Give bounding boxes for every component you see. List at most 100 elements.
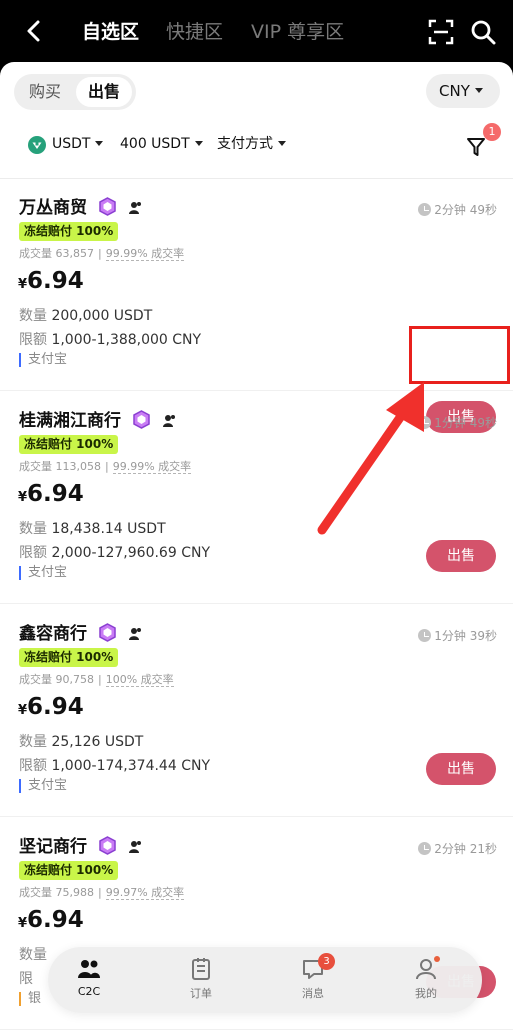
caret-down-icon xyxy=(474,88,483,93)
payment-timer: 2分钟 21秒 xyxy=(418,840,497,857)
limit-row: 限 xyxy=(19,968,33,988)
merchant-stats: 成交量 113,058 | 99.99% 成交率 xyxy=(19,458,192,474)
currency-symbol: ¥ xyxy=(18,490,28,505)
timer-label: 2分钟 21秒 xyxy=(434,842,497,856)
completion-rate: 99.99% 成交率 xyxy=(112,460,192,474)
limit-row: 限额 2,000-127,960.69 CNY xyxy=(19,542,210,562)
buy-sell-toggle: 购买 出售 xyxy=(14,74,136,110)
quantity-row: 数量 18,438.14 USDT xyxy=(19,518,166,538)
scan-icon[interactable] xyxy=(428,19,454,45)
stats-separator: | xyxy=(98,673,102,686)
limit-value: 1,000-1,388,000 CNY xyxy=(51,332,202,348)
merchant-name[interactable]: 万丛商贸 xyxy=(19,198,87,218)
completion-rate: 99.99% 成交率 xyxy=(105,247,185,261)
coin-filter-label: USDT xyxy=(52,136,91,152)
limit-label: 限额 xyxy=(19,332,47,348)
buy-toggle-button[interactable]: 购买 xyxy=(18,77,72,107)
quantity-label: 数量 xyxy=(19,521,47,537)
annotation-arrow-icon xyxy=(317,382,424,535)
payment-timer: 2分钟 49秒 xyxy=(418,201,497,218)
currency-symbol: ¥ xyxy=(18,703,28,718)
clipboard-icon xyxy=(192,958,210,980)
nav-item-c2c[interactable]: C2C xyxy=(59,957,119,998)
filter-funnel-icon[interactable] xyxy=(466,136,486,158)
trade-volume: 成交量 75,988 xyxy=(19,886,94,899)
merchant-badge-icon xyxy=(128,628,141,640)
price-value: 6.94 xyxy=(27,907,84,933)
quantity-value: 25,126 USDT xyxy=(51,734,144,750)
merchant-name-row: 坚记商行 xyxy=(19,836,143,858)
quantity-label: 数量 xyxy=(19,947,47,963)
search-icon[interactable] xyxy=(470,19,496,45)
payment-filter-label: 支付方式 xyxy=(217,136,273,152)
merchant-badge-icon xyxy=(128,841,141,853)
message-count-badge: 3 xyxy=(318,953,335,970)
nav-label: C2C xyxy=(77,985,101,998)
filter-count-badge: 1 xyxy=(483,123,501,141)
price: ¥6.94 xyxy=(18,481,84,507)
top-bar: 自选区 快捷区 VIP 尊享区 xyxy=(0,0,513,62)
merchant-name-row: 万丛商贸 xyxy=(19,197,143,219)
sell-button[interactable]: 出售 xyxy=(426,540,496,572)
merchant-name-row: 鑫容商行 xyxy=(19,623,143,645)
amount-filter[interactable]: 400 USDT xyxy=(120,134,203,154)
merchant-stats: 成交量 63,857 | 99.99% 成交率 xyxy=(19,245,185,261)
tab-express[interactable]: 快捷区 xyxy=(166,18,223,46)
stats-separator: | xyxy=(98,247,102,260)
trade-volume: 成交量 90,758 xyxy=(19,673,94,686)
nav-label: 我的 xyxy=(415,987,437,1000)
verified-merchant-icon xyxy=(133,410,150,429)
caret-down-icon xyxy=(278,140,286,146)
coin-filter[interactable]: USDT xyxy=(52,134,104,154)
caret-down-icon xyxy=(194,140,203,146)
tab-watchlist[interactable]: 自选区 xyxy=(82,18,139,46)
main-sheet: 购买 出售 CNY USDT 400 USDT 支付方式 1 万丛商贸 2分钟 … xyxy=(0,62,513,1032)
back-arrow-icon[interactable] xyxy=(22,17,46,45)
merchant-name[interactable]: 鑫容商行 xyxy=(19,624,87,644)
bottom-nav: C2C 订单 3 消息 我的 xyxy=(48,947,482,1013)
limit-value: 1,000-174,374.44 CNY xyxy=(51,758,210,774)
verified-merchant-icon xyxy=(99,197,116,216)
timer-label: 1分钟 39秒 xyxy=(434,629,497,643)
stats-separator: | xyxy=(104,460,109,473)
sell-button[interactable]: 出售 xyxy=(426,753,496,785)
nav-item-orders[interactable]: 订单 xyxy=(171,957,231,1001)
quantity-value: 18,438.14 USDT xyxy=(51,521,166,537)
listing-card[interactable]: 鑫容商行 1分钟 39秒 冻结赔付 100% 成交量 90,758 | 100% 成… xyxy=(0,605,513,817)
merchant-name[interactable]: 桂满湘江商行 xyxy=(19,411,121,431)
nav-item-profile[interactable]: 我的 xyxy=(396,956,456,1001)
completion-rate: 100% 成交率 xyxy=(105,673,174,687)
stats-separator: | xyxy=(98,886,102,899)
price-value: 6.94 xyxy=(27,268,84,294)
limit-label: 限 xyxy=(19,971,33,987)
tab-vip[interactable]: VIP 尊享区 xyxy=(251,18,344,46)
people-icon xyxy=(78,960,100,978)
payment-method: 支付宝 xyxy=(19,566,67,580)
price-value: 6.94 xyxy=(27,481,84,507)
merchant-badge-icon xyxy=(162,415,175,427)
nav-item-messages[interactable]: 3 消息 xyxy=(283,953,343,1001)
payment-method: 支付宝 xyxy=(19,779,67,793)
currency-symbol: ¥ xyxy=(18,916,28,931)
trade-volume: 成交量 63,857 xyxy=(19,247,94,260)
limit-label: 限额 xyxy=(19,545,47,561)
payment-method: 支付宝 xyxy=(19,353,67,367)
highlight-box xyxy=(409,326,510,384)
limit-row: 限额 1,000-174,374.44 CNY xyxy=(19,755,210,775)
price: ¥6.94 xyxy=(18,268,84,294)
clock-icon xyxy=(418,203,432,216)
price: ¥6.94 xyxy=(18,907,84,933)
nav-label: 订单 xyxy=(190,987,212,1000)
timer-label: 1分钟 49秒 xyxy=(434,416,497,430)
sell-toggle-button[interactable]: 出售 xyxy=(76,77,132,107)
notification-dot xyxy=(434,956,440,962)
clock-icon xyxy=(418,629,432,642)
payment-filter[interactable]: 支付方式 xyxy=(217,134,286,154)
nav-label: 消息 xyxy=(302,987,324,1000)
quantity-label: 数量 xyxy=(19,734,47,750)
currency-selector[interactable]: CNY xyxy=(426,74,500,108)
amount-filter-label: 400 USDT xyxy=(120,136,190,152)
usdt-coin-icon xyxy=(28,136,46,154)
quantity-value: 200,000 USDT xyxy=(51,308,153,324)
merchant-name[interactable]: 坚记商行 xyxy=(19,837,87,857)
